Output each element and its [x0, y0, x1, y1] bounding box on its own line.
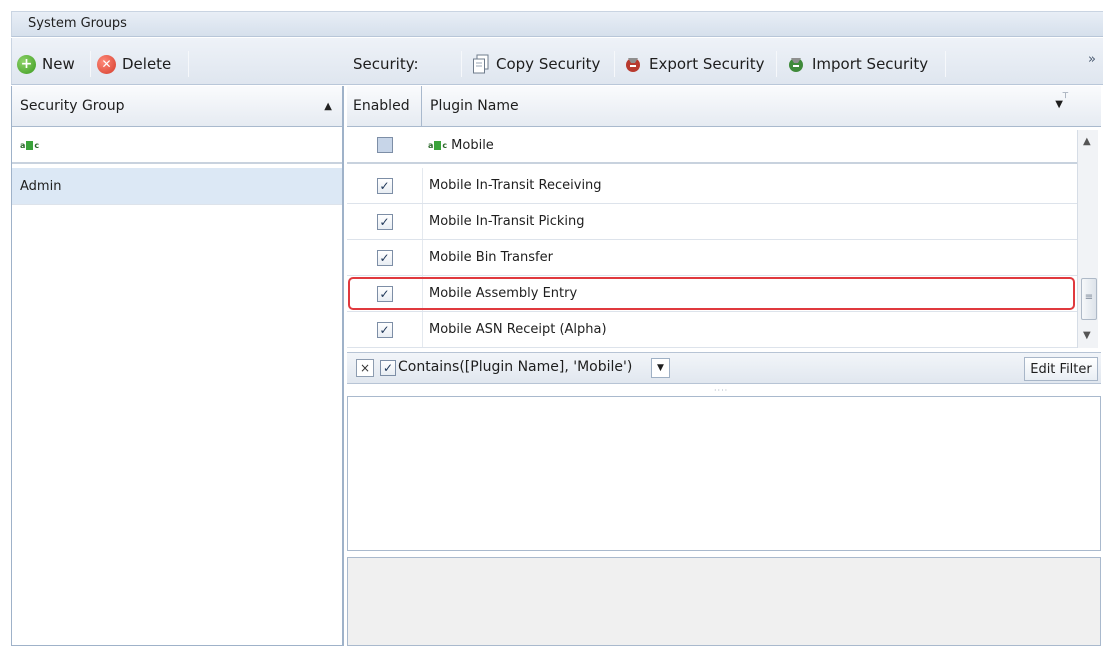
- copy-security-label: Copy Security: [496, 55, 601, 73]
- table-row[interactable]: Admin: [12, 168, 342, 205]
- splitter-grip[interactable]: ····: [714, 386, 728, 395]
- import-security-label: Import Security: [812, 55, 929, 73]
- clear-filter-button[interactable]: ×: [356, 359, 374, 377]
- scroll-down-icon[interactable]: ▼: [1083, 330, 1091, 341]
- abc-filter-icon: ac: [20, 140, 40, 150]
- export-security-button[interactable]: Export Security: [623, 50, 764, 78]
- toolbar-separator: [614, 51, 615, 77]
- copy-security-button[interactable]: Copy Security: [472, 50, 600, 78]
- plugin-filter-row[interactable]: ac Mobile: [347, 128, 1077, 164]
- scroll-up-icon[interactable]: ▲: [1083, 136, 1091, 147]
- abc-filter-icon: ac: [428, 140, 448, 150]
- enabled-checkbox[interactable]: ✓: [376, 321, 393, 338]
- plugin-name: Mobile In-Transit Receiving: [429, 178, 602, 193]
- column-dropdown-icon[interactable]: ▼: [1055, 99, 1063, 110]
- enabled-checkbox[interactable]: ✓: [376, 249, 393, 266]
- security-group-filter-row[interactable]: ac: [12, 128, 342, 164]
- title-bar: [11, 11, 1103, 37]
- edit-filter-button[interactable]: Edit Filter: [1024, 357, 1098, 381]
- security-group-name: Admin: [20, 178, 62, 194]
- delete-button[interactable]: ✕ Delete: [97, 50, 171, 78]
- highlight-outline: [348, 277, 1075, 310]
- table-row[interactable]: ✓ Mobile Bin Transfer: [347, 240, 1077, 276]
- grid-corner: [1077, 86, 1101, 127]
- new-label: New: [42, 55, 75, 73]
- details-pane: [347, 396, 1101, 551]
- toolbar-overflow-button[interactable]: »: [1088, 52, 1096, 67]
- filter-expression[interactable]: Contains([Plugin Name], 'Mobile'): [398, 359, 632, 375]
- enabled-checkbox[interactable]: ✓: [376, 213, 393, 230]
- filter-history-dropdown[interactable]: ▼: [651, 358, 670, 378]
- enabled-column-header[interactable]: Enabled: [347, 86, 422, 127]
- new-button[interactable]: + New: [17, 50, 75, 78]
- import-security-button[interactable]: Import Security: [786, 50, 928, 78]
- table-row[interactable]: ✓ Mobile In-Transit Picking: [347, 204, 1077, 240]
- toolbar-separator: [90, 51, 91, 77]
- plugin-name: Mobile ASN Receipt (Alpha): [429, 322, 607, 337]
- filter-active-checkbox[interactable]: ✓: [380, 360, 396, 376]
- enabled-checkbox[interactable]: ✓: [376, 177, 393, 194]
- security-label: Security:: [353, 55, 419, 73]
- delete-label: Delete: [122, 55, 172, 73]
- sort-ascending-icon: ▲: [324, 100, 332, 112]
- toolbar-separator: [461, 51, 462, 77]
- plugin-name-column-header[interactable]: Plugin Name ▼ ⊤: [422, 86, 1077, 127]
- toolbar-separator: [776, 51, 777, 77]
- import-icon: [789, 58, 803, 72]
- scroll-thumb[interactable]: ≡: [1081, 278, 1097, 320]
- column-filter-icon[interactable]: ⊤: [1062, 91, 1069, 100]
- plus-icon: +: [17, 54, 36, 74]
- delete-x-icon: ✕: [97, 54, 116, 74]
- security-group-header[interactable]: Security Group ▲: [12, 86, 342, 127]
- window-title: System Groups: [28, 16, 127, 31]
- copy-icon: [473, 54, 489, 74]
- toolbar-separator: [945, 51, 946, 77]
- export-security-label: Export Security: [649, 55, 765, 73]
- plugin-name: Mobile In-Transit Picking: [429, 214, 585, 229]
- toolbar-separator: [188, 51, 189, 77]
- bottom-pane: [347, 557, 1101, 646]
- table-row[interactable]: ✓ Mobile ASN Receipt (Alpha): [347, 312, 1077, 348]
- plugin-filter-value[interactable]: Mobile: [451, 138, 494, 153]
- plugin-name: Mobile Bin Transfer: [429, 250, 553, 265]
- export-icon: [626, 58, 640, 72]
- table-row[interactable]: ✓ Mobile In-Transit Receiving: [347, 168, 1077, 204]
- filter-checkbox[interactable]: [376, 137, 393, 153]
- vertical-scrollbar[interactable]: ▲ ≡ ▼: [1077, 130, 1098, 348]
